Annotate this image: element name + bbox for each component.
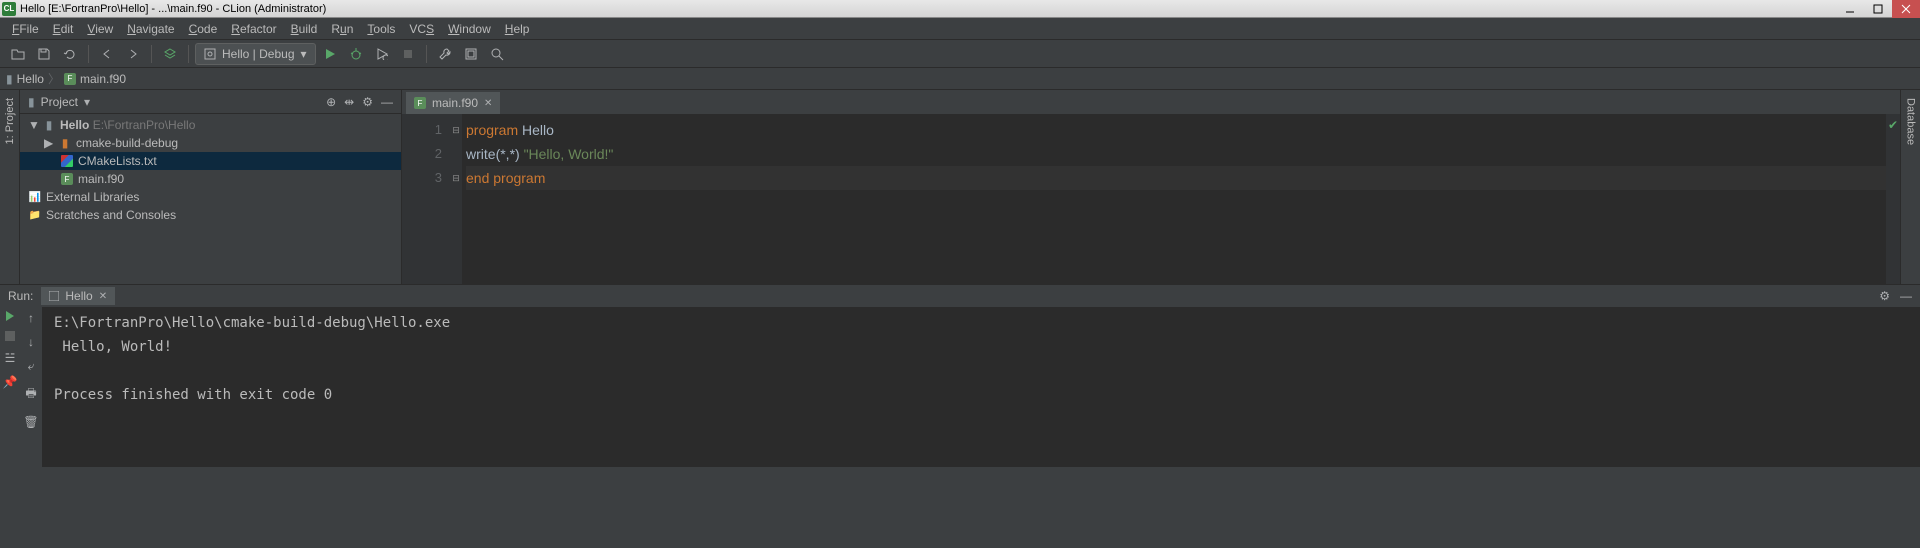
- gear-icon[interactable]: ⚙: [362, 95, 373, 109]
- breadcrumb: ▮ Hello 〉 F main.f90: [0, 68, 1920, 90]
- run-tool-col-secondary: ↑ ↓ ⤶ 🖶 🗑: [20, 307, 42, 467]
- close-button[interactable]: [1892, 0, 1920, 18]
- close-tab-icon[interactable]: ✕: [484, 98, 492, 109]
- crumb-project[interactable]: ▮ Hello: [6, 72, 44, 86]
- library-icon: [28, 192, 42, 203]
- menu-bar: FFileFile Edit View Navigate Code Refact…: [0, 18, 1920, 40]
- open-file-icon[interactable]: [6, 43, 30, 65]
- debug-button[interactable]: [344, 43, 368, 65]
- fortran-file-icon: F: [61, 173, 73, 185]
- forward-icon[interactable]: [121, 43, 145, 65]
- menu-code[interactable]: Code: [183, 20, 224, 38]
- menu-window[interactable]: Window: [442, 20, 497, 38]
- rerun-button[interactable]: [5, 311, 15, 321]
- crumb-file[interactable]: F main.f90: [64, 72, 126, 86]
- wrap-icon[interactable]: ⤶: [28, 359, 35, 374]
- tree-root[interactable]: ▼ ▮ Hello E:\FortranPro\Hello: [20, 116, 401, 134]
- left-tool-strip: 1: Project: [0, 90, 20, 284]
- main-toolbar: Hello | Debug ▾: [0, 40, 1920, 68]
- run-button[interactable]: [318, 43, 342, 65]
- run-config-label: Hello | Debug: [222, 47, 295, 61]
- run-config-selector[interactable]: Hello | Debug ▾: [195, 43, 316, 65]
- menu-tools[interactable]: Tools: [361, 20, 401, 38]
- project-tree[interactable]: ▼ ▮ Hello E:\FortranPro\Hello ▶ ▮ cmake-…: [20, 114, 401, 284]
- menu-refactor[interactable]: Refactor: [225, 20, 282, 38]
- marker-strip: ✔: [1886, 114, 1900, 284]
- code-area[interactable]: program Hellowrite(*,*) "Hello, World!"e…: [462, 114, 1886, 284]
- stop-button[interactable]: [396, 43, 420, 65]
- tree-file-cmakelists[interactable]: CMakeLists.txt: [20, 152, 401, 170]
- database-tool-tab[interactable]: Database: [1905, 94, 1917, 149]
- close-tab-icon[interactable]: ✕: [99, 291, 107, 302]
- ide-settings-icon[interactable]: [459, 43, 483, 65]
- hide-icon[interactable]: —: [381, 95, 393, 109]
- pin-icon[interactable]: 📌: [3, 375, 18, 389]
- menu-vcs[interactable]: VCS: [403, 20, 440, 38]
- app-icon: CL: [2, 2, 16, 16]
- editor-tab-main[interactable]: F main.f90 ✕: [406, 92, 500, 114]
- folder-icon: ▮: [6, 72, 13, 86]
- editor: F main.f90 ✕ 1 2 3 ⊟ ⊟ program Hellowrit…: [402, 90, 1900, 284]
- hide-icon[interactable]: —: [1900, 289, 1912, 303]
- editor-body[interactable]: 1 2 3 ⊟ ⊟ program Hellowrite(*,*) "Hello…: [402, 114, 1900, 284]
- build-icon[interactable]: [158, 43, 182, 65]
- cmake-icon: [61, 155, 73, 167]
- maximize-button[interactable]: [1864, 0, 1892, 18]
- coverage-button[interactable]: [370, 43, 394, 65]
- save-icon[interactable]: [32, 43, 56, 65]
- locate-icon[interactable]: ⊕: [326, 95, 336, 109]
- down-icon[interactable]: ↓: [28, 335, 34, 349]
- stop-button[interactable]: [5, 331, 15, 341]
- title-bar: CL Hello [E:\FortranPro\Hello] - ...\mai…: [0, 0, 1920, 18]
- tree-folder-build[interactable]: ▶ ▮ cmake-build-debug: [20, 134, 401, 152]
- chevron-down-icon[interactable]: ▾: [84, 95, 90, 109]
- console-output[interactable]: E:\FortranPro\Hello\cmake-build-debug\He…: [42, 307, 1920, 467]
- menu-help[interactable]: Help: [499, 20, 536, 38]
- menu-view[interactable]: View: [81, 20, 119, 38]
- fold-end-icon: ⊟: [450, 166, 462, 190]
- collapse-icon[interactable]: ⇹: [344, 95, 354, 109]
- run-tool-col-primary: ☱ 📌: [0, 307, 20, 467]
- fold-gutter[interactable]: ⊟ ⊟: [450, 114, 462, 284]
- refresh-icon[interactable]: [58, 43, 82, 65]
- up-icon[interactable]: ↑: [28, 311, 34, 325]
- menu-build[interactable]: Build: [285, 20, 324, 38]
- panel-title: Project: [41, 95, 78, 109]
- menu-file[interactable]: FFileFile: [6, 20, 45, 38]
- back-icon[interactable]: [95, 43, 119, 65]
- project-tool-tab[interactable]: 1: Project: [4, 94, 16, 148]
- run-tab[interactable]: Hello ✕: [41, 287, 115, 305]
- menu-edit[interactable]: Edit: [47, 20, 80, 38]
- tree-file-main[interactable]: F main.f90: [20, 170, 401, 188]
- project-panel: ▮ Project ▾ ⊕ ⇹ ⚙ — ▼ ▮ Hello E:\Fortran…: [20, 90, 402, 284]
- menu-navigate[interactable]: Navigate: [121, 20, 180, 38]
- trash-icon[interactable]: 🗑: [23, 415, 38, 429]
- print-icon[interactable]: 🖶: [25, 384, 36, 405]
- target-icon: [204, 48, 216, 60]
- window-title: Hello [E:\FortranPro\Hello] - ...\main.f…: [20, 3, 326, 15]
- tree-external-libs[interactable]: External Libraries: [20, 188, 401, 206]
- right-tool-strip: Database: [1900, 90, 1920, 284]
- run-label: Run:: [8, 289, 33, 303]
- line-gutter: 1 2 3: [402, 114, 450, 284]
- fortran-file-icon: F: [64, 73, 76, 85]
- search-icon[interactable]: [485, 43, 509, 65]
- folder-icon: ▮: [28, 95, 35, 109]
- scratch-icon: [28, 210, 42, 221]
- target-icon: [49, 291, 59, 301]
- menu-run[interactable]: Run: [325, 20, 359, 38]
- fortran-file-icon: F: [414, 97, 426, 109]
- chevron-down-icon: ▾: [301, 47, 307, 61]
- run-panel: Run: Hello ✕ ⚙ — ☱ 📌 ↑ ↓ ⤶ 🖶 🗑 E:\Fortra…: [0, 284, 1920, 467]
- minimize-button[interactable]: [1836, 0, 1864, 18]
- tree-scratches[interactable]: Scratches and Consoles: [20, 206, 401, 224]
- fold-start-icon: ⊟: [450, 118, 462, 142]
- gear-icon[interactable]: ⚙: [1879, 289, 1890, 303]
- layout-icon[interactable]: ☱: [5, 351, 16, 365]
- analysis-ok-icon: ✔: [1888, 118, 1898, 132]
- wrench-icon[interactable]: [433, 43, 457, 65]
